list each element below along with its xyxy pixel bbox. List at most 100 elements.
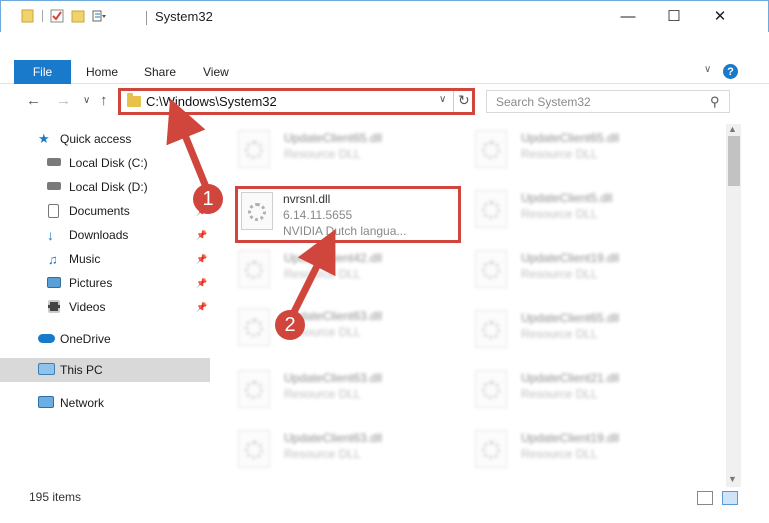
dll-file-icon: [475, 430, 507, 468]
scroll-up-icon[interactable]: ▲: [728, 124, 737, 134]
dll-file-icon: [238, 130, 270, 168]
sidebar-item-music[interactable]: ♫ Music 📌: [0, 247, 210, 271]
list-item[interactable]: UpdateClient65.dll Resource DLL: [475, 128, 695, 172]
file-type: Resource DLL: [284, 267, 361, 281]
pin-icon[interactable]: 📌: [196, 278, 207, 289]
file-name: UpdateClient5.dll: [521, 191, 613, 205]
address-bar[interactable]: C:\Windows\System32 ∨ ↻: [118, 88, 475, 115]
up-arrow-icon[interactable]: ↑: [100, 92, 108, 109]
documents-icon: [48, 204, 59, 218]
file-type: Resource DLL: [521, 147, 598, 161]
address-path[interactable]: C:\Windows\System32: [146, 94, 277, 109]
network-icon: [38, 396, 54, 408]
file-type: Resource DLL: [521, 207, 598, 221]
list-item[interactable]: UpdateClient21.dll Resource DLL: [475, 368, 695, 412]
minimize-button[interactable]: —: [605, 1, 651, 31]
sidebar-item-label: Downloads: [69, 228, 129, 242]
details-view-icon[interactable]: [697, 491, 713, 505]
sidebar-item-network[interactable]: Network: [0, 391, 210, 415]
chevron-down-icon[interactable]: ∨: [704, 64, 711, 75]
dll-file-icon: [475, 250, 507, 288]
maximize-button[interactable]: ☐: [651, 1, 697, 31]
quick-access-toolbar: [21, 9, 106, 23]
window-title: System32: [155, 9, 213, 24]
list-item[interactable]: UpdateClient63.dll Resource DLL: [238, 428, 458, 472]
file-description: NVIDIA Dutch langua...: [283, 224, 407, 238]
dll-file-icon: [241, 192, 273, 230]
sidebar-item-label: Videos: [69, 300, 106, 314]
dll-file-icon: [238, 308, 270, 346]
close-button[interactable]: ✕: [697, 1, 743, 31]
recent-locations-icon[interactable]: ∨: [83, 95, 90, 106]
properties-icon[interactable]: [50, 9, 64, 23]
sidebar-item-label: This PC: [60, 363, 103, 377]
sidebar-item-videos[interactable]: Videos 📌: [0, 295, 210, 319]
sidebar-item-onedrive[interactable]: OneDrive: [0, 327, 210, 351]
list-item[interactable]: UpdateClient42.dll Resource DLL: [238, 248, 458, 292]
highlighted-file[interactable]: nvrsnl.dll 6.14.11.5655 NVIDIA Dutch lan…: [241, 190, 455, 238]
dll-file-icon: [238, 250, 270, 288]
file-name: UpdateClient65.dll: [521, 131, 620, 145]
chevron-down-icon[interactable]: ∨: [439, 94, 446, 105]
list-item[interactable]: UpdateClient65.dll Resource DLL: [475, 308, 695, 352]
file-name: nvrsnl.dll: [283, 192, 331, 206]
drive-icon: [47, 182, 61, 190]
sidebar-item-label: Local Disk (C:): [69, 156, 148, 170]
file-name: UpdateClient19.dll: [521, 431, 620, 445]
file-type: Resource DLL: [521, 387, 598, 401]
list-item[interactable]: UpdateClient63.dll Resource DLL: [238, 368, 458, 412]
scrollbar-thumb[interactable]: [728, 136, 740, 186]
large-icons-view-icon[interactable]: [722, 491, 738, 505]
new-folder-icon[interactable]: [71, 9, 85, 23]
scroll-down-icon[interactable]: ▼: [728, 474, 737, 484]
sidebar-item-local-disk-c[interactable]: Local Disk (C:): [0, 151, 210, 175]
sidebar-item-label: Music: [69, 252, 101, 266]
tab-share[interactable]: Share: [144, 60, 176, 84]
file-name: UpdateClient19.dll: [521, 251, 620, 265]
videos-icon: [48, 300, 60, 313]
sidebar-item-pictures[interactable]: Pictures 📌: [0, 271, 210, 295]
title-divider: [146, 11, 147, 25]
list-item[interactable]: UpdateClient65.dll Resource DLL: [238, 128, 458, 172]
sidebar-item-this-pc[interactable]: This PC: [0, 358, 210, 382]
navigation-pane: ★ Quick access Local Disk (C:) Local Dis…: [0, 124, 210, 484]
file-type: Resource DLL: [521, 327, 598, 341]
folder-icon: [127, 93, 141, 107]
tab-home[interactable]: Home: [86, 60, 118, 84]
refresh-icon[interactable]: ↻: [458, 92, 470, 109]
search-icon[interactable]: ⚲: [710, 94, 720, 110]
tab-view[interactable]: View: [203, 60, 229, 84]
star-icon: ★: [38, 131, 50, 146]
folder-icon[interactable]: [21, 9, 35, 23]
sidebar-item-quick-access[interactable]: ★ Quick access: [0, 127, 210, 151]
computer-icon: [38, 363, 55, 375]
forward-arrow-icon[interactable]: →: [56, 92, 71, 109]
dll-file-icon: [475, 190, 507, 228]
search-input[interactable]: Search System32 ⚲: [486, 90, 730, 113]
tab-file[interactable]: File: [14, 60, 71, 84]
file-type: Resource DLL: [284, 387, 361, 401]
sidebar-item-documents[interactable]: Documents 📌: [0, 199, 210, 223]
file-version: 6.14.11.5655: [283, 208, 353, 222]
pin-icon[interactable]: 📌: [196, 230, 207, 241]
back-arrow-icon[interactable]: ←: [26, 92, 41, 109]
pin-icon[interactable]: 📌: [196, 254, 207, 265]
sidebar-item-label: Local Disk (D:): [69, 180, 148, 194]
title-bar: System32 — ☐ ✕: [0, 0, 769, 32]
list-item[interactable]: UpdateClient19.dll Resource DLL: [475, 248, 695, 292]
list-item[interactable]: UpdateClient63.dll Resource DLL: [238, 306, 458, 350]
cloud-icon: [38, 334, 55, 343]
help-icon[interactable]: ?: [723, 64, 738, 79]
sidebar-item-downloads[interactable]: ↓ Downloads 📌: [0, 223, 210, 247]
file-list: UpdateClient65.dll Resource DLL UpdateCl…: [212, 124, 725, 484]
item-count: 195 items: [29, 490, 82, 504]
pin-icon[interactable]: 📌: [196, 302, 207, 313]
list-item[interactable]: UpdateClient5.dll Resource DLL: [475, 188, 695, 232]
file-type: Resource DLL: [521, 267, 598, 281]
list-item[interactable]: UpdateClient19.dll Resource DLL: [475, 428, 695, 472]
customize-toolbar-icon[interactable]: [92, 9, 106, 23]
file-name: UpdateClient65.dll: [521, 311, 620, 325]
sidebar-item-label: Pictures: [69, 276, 113, 290]
sidebar-item-local-disk-d[interactable]: Local Disk (D:): [0, 175, 210, 199]
step-marker-2: 2: [275, 310, 305, 340]
